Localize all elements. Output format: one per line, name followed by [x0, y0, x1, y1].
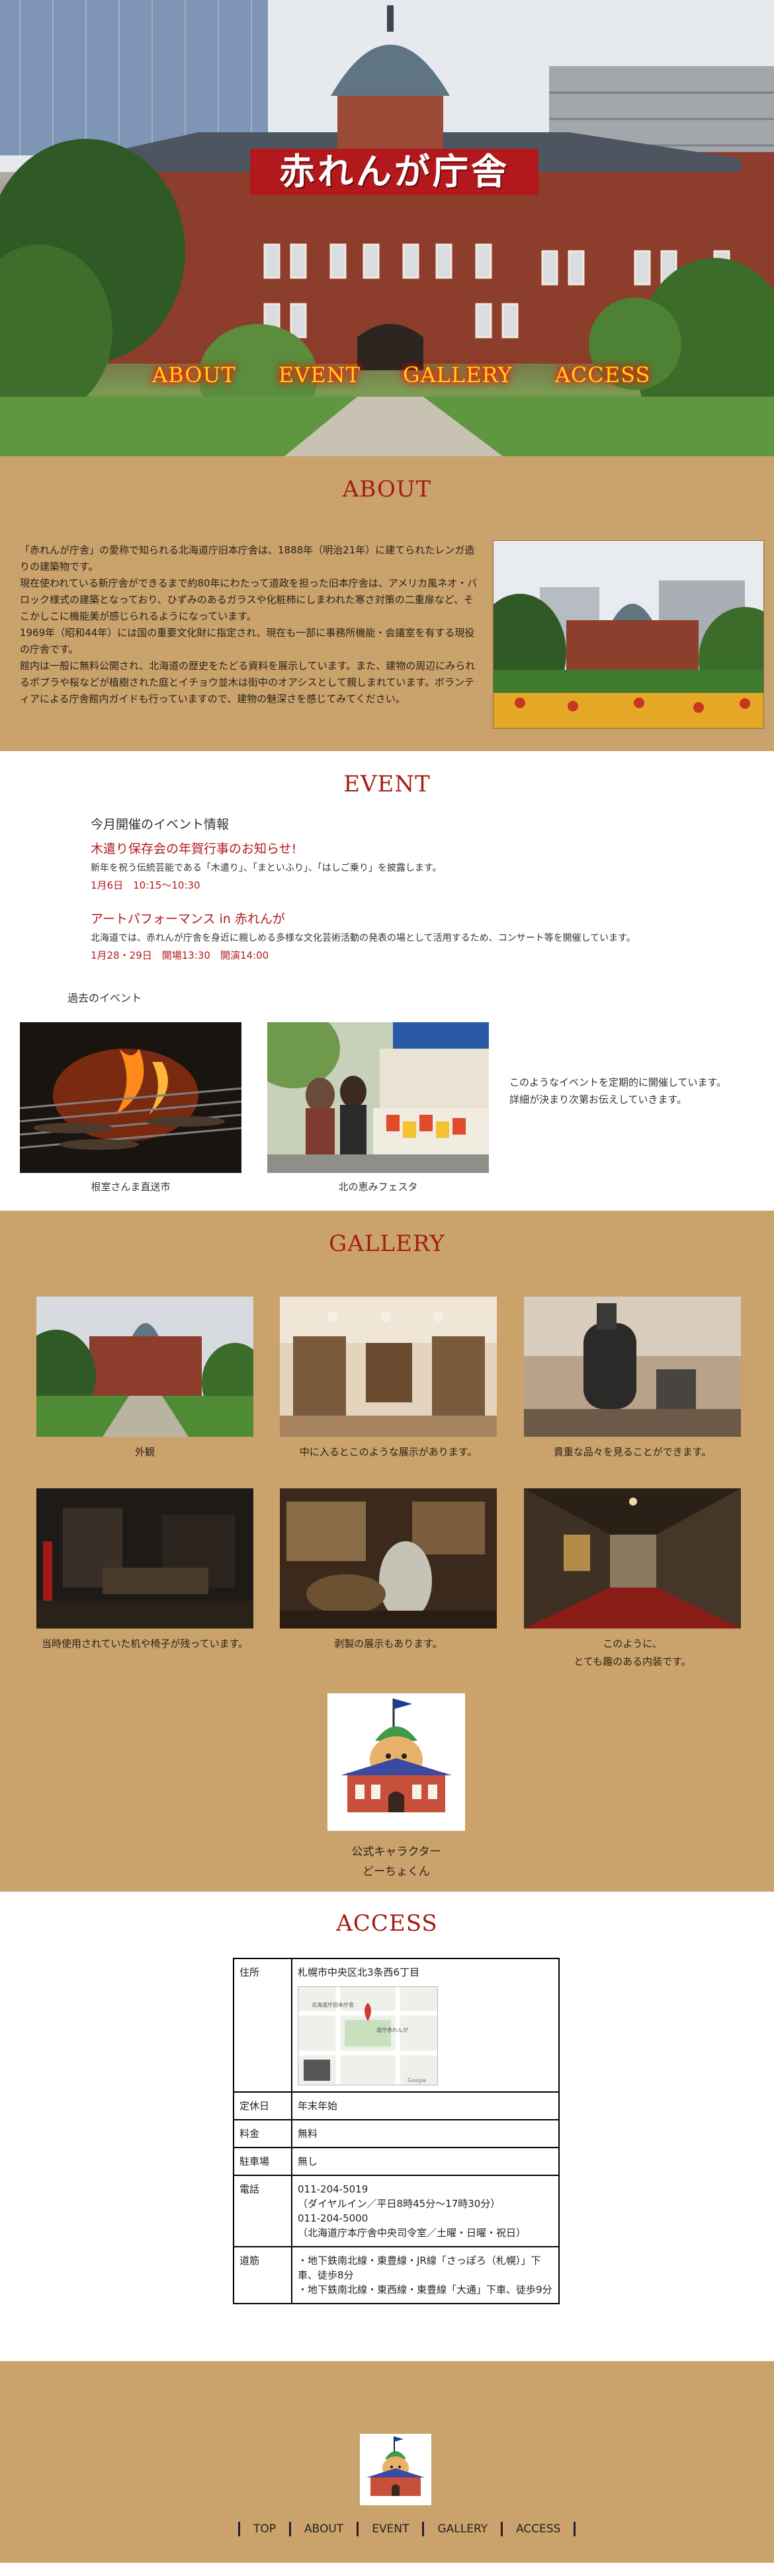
footer: TOP ABOUT EVENT GALLERY ACCESS [0, 2361, 774, 2563]
row-key: 電話 [233, 2175, 292, 2247]
access-info-table: 住所 札幌市中央区北3条西6丁目 北海道庁旧本庁舎 道庁赤れんが Google [233, 1958, 560, 2304]
gallery-heading: GALLERY [329, 1230, 445, 1257]
table-row: 定休日 年末年始 [233, 2091, 560, 2120]
about-paragraph: 館内は一般に無料公開され、北海道の歴史をたどる資料を展示しています。また、建物の… [20, 660, 476, 705]
gallery-caption: 当時使用されていた机や椅子が残っています。 [41, 1638, 249, 1650]
about-paragraph: 「赤れんが庁舎」の愛称で知られる北海道庁旧本庁舎は、1888年（明治21年）に建… [20, 544, 475, 573]
past-event-photo-sanma [20, 1022, 241, 1173]
event-date: 1月6日 10:15〜10:30 [91, 879, 200, 891]
row-key: 住所 [233, 1958, 292, 2093]
hero-nav-access[interactable]: ACCESS [555, 362, 651, 387]
event-section: EVENT 今月開催のイベント情報 木遣り保存会の年賀行事のお知らせ! 新年を祝… [0, 751, 774, 1211]
past-events-note: このようなイベントを定期的に開催しています。 詳細が決まり次第お伝えしていきます… [509, 1074, 726, 1108]
past-event-caption: 根室さんま直送市 [91, 1181, 171, 1193]
map-label: 北海道庁旧本庁舎 [312, 2001, 354, 2008]
phone-note: （ダイヤルイン／平日8時45分〜17時30分） [298, 2198, 501, 2210]
gallery-photo-desk [36, 1488, 253, 1629]
mascot-caption-line: 公式キャラクター [351, 1845, 441, 1859]
map-label: Google [408, 2077, 426, 2083]
about-text: 「赤れんが庁舎」の愛称で知られる北海道庁旧本庁舎は、1888年（明治21年）に建… [20, 542, 483, 707]
row-value: 011-204-5019 （ダイヤルイン／平日8時45分〜17時30分） 011… [291, 2175, 560, 2247]
gallery-caption: このように、 とても趣のある内装です。 [574, 1638, 691, 1668]
current-events-heading: 今月開催のイベント情報 [91, 817, 230, 832]
gallery-photo-taxidermy [280, 1488, 497, 1629]
phone-number: 011-204-5019 [298, 2183, 368, 2195]
footer-nav-gallery[interactable]: GALLERY [422, 2522, 501, 2536]
mascot-name: どーちょくん [363, 1865, 430, 1878]
gallery-photo-exterior [36, 1297, 253, 1437]
row-value: 無し [291, 2147, 560, 2176]
about-paragraph: 1969年（昭和44年）には国の重要文化財に指定され、現在も一部に事務所機能・会… [20, 627, 475, 655]
event-title: アートパフォーマンス in 赤れんが [91, 912, 285, 926]
gallery-photo-artifacts [524, 1297, 741, 1437]
gallery-caption: 貴重な品々を見ることができます。 [553, 1446, 712, 1458]
hero-nav-gallery[interactable]: GALLERY [403, 362, 513, 387]
hero-nav-about[interactable]: ABOUT [152, 362, 236, 387]
about-paragraph: 現在使われている新庁舎ができるまで約80年にわたって道政を担った旧本庁舎は、アメ… [20, 577, 478, 622]
address-text: 札幌市中央区北3条西6丁目 [298, 1966, 420, 1978]
event-heading: EVENT [343, 771, 431, 797]
current-events: 今月開催のイベント情報 木遣り保存会の年賀行事のお知らせ! 新年を祝う伝統芸能で… [91, 815, 726, 979]
access-map[interactable]: 北海道庁旧本庁舎 道庁赤れんが Google [298, 1986, 438, 2085]
gallery-caption: 中に入るとこのような展示があります。 [299, 1446, 478, 1458]
row-value: 年末年始 [291, 2091, 560, 2120]
mascot-image [327, 1693, 465, 1831]
access-section: ACCESS 住所 札幌市中央区北3条西6丁目 北海道庁旧本庁舎 道庁赤れんが … [0, 1892, 774, 2361]
mascot-caption: 公式キャラクター どーちょくん [327, 1842, 465, 1882]
past-events-note-line: このようなイベントを定期的に開催しています。 [509, 1076, 727, 1088]
gallery-photo-corridor [524, 1488, 741, 1629]
gallery-photo-exhibit [280, 1297, 497, 1437]
row-key: 料金 [233, 2119, 292, 2148]
event-title: 木遣り保存会の年賀行事のお知らせ! [91, 842, 297, 856]
phone-number: 011-204-5000 [298, 2212, 368, 2224]
table-row: 駐車場 無し [233, 2147, 560, 2176]
gallery-caption: 外観 [134, 1446, 155, 1458]
table-row: 料金 無料 [233, 2119, 560, 2148]
gallery-section: GALLERY 外観 中に入るとこのような展示があります。 貴重な品々を見ること… [0, 1211, 774, 1892]
past-events-label: 過去のイベント [67, 992, 142, 1004]
row-key: 駐車場 [233, 2147, 292, 2176]
about-heading: ABOUT [342, 476, 432, 503]
footer-nav-about[interactable]: ABOUT [289, 2522, 357, 2536]
hero-nav: ABOUT EVENT GALLERY ACCESS [152, 362, 650, 387]
row-value: 無料 [291, 2119, 560, 2148]
table-row: 住所 札幌市中央区北3条西6丁目 北海道庁旧本庁舎 道庁赤れんが Google [233, 1958, 560, 2093]
table-row: 電話 011-204-5019 （ダイヤルイン／平日8時45分〜17時30分） … [233, 2175, 560, 2247]
directions-line: ・地下鉄南北線・東西線・東豊線「大通」下車、徒歩9分 [298, 2284, 552, 2296]
past-event-photo-festa [267, 1022, 489, 1173]
row-value: 札幌市中央区北3条西6丁目 北海道庁旧本庁舎 道庁赤れんが Google [291, 1958, 560, 2093]
row-value: ・地下鉄南北線・東豊線・JR線「さっぽろ（札幌）」下車、徒歩8分 ・地下鉄南北線… [291, 2246, 560, 2304]
row-key: 定休日 [233, 2091, 292, 2120]
footer-nav-event[interactable]: EVENT [357, 2522, 422, 2536]
footer-mascot-logo [360, 2434, 431, 2505]
phone-note: （北海道庁本庁舎中央司令室／土曜・日曜・祝日） [298, 2227, 527, 2239]
hero-nav-event[interactable]: EVENT [279, 362, 361, 387]
table-row: 道筋 ・地下鉄南北線・東豊線・JR線「さっぽろ（札幌）」下車、徒歩8分 ・地下鉄… [233, 2246, 560, 2304]
row-key: 道筋 [233, 2246, 292, 2304]
event-description: 北海道では、赤れんが庁舎を身近に親しめる多様な文化芸術活動の発表の場として活用す… [91, 933, 636, 944]
footer-nav: TOP ABOUT EVENT GALLERY ACCESS [238, 2522, 576, 2536]
site-title: 赤れんが庁舎 [250, 149, 538, 195]
footer-nav-top[interactable]: TOP [238, 2522, 289, 2536]
past-event-caption: 北の恵みフェスタ [338, 1181, 418, 1193]
directions-line: ・地下鉄南北線・東豊線・JR線「さっぽろ（札幌）」下車、徒歩8分 [298, 2255, 541, 2281]
footer-nav-access[interactable]: ACCESS [501, 2522, 576, 2536]
access-heading: ACCESS [336, 1910, 438, 1937]
hero-photo [0, 0, 774, 456]
gallery-caption: 剥製の展示もあります。 [334, 1638, 443, 1650]
past-events-note-line: 詳細が決まり次第お伝えしていきます。 [509, 1094, 687, 1106]
about-photo [493, 540, 764, 729]
event-description: 新年を祝う伝統芸能である「木遣り」、「まといふり」、「はしご乗り」を披露します。 [91, 863, 442, 873]
event-date: 1月28・29日 開場13:30 開演14:00 [91, 949, 269, 961]
map-label: 道庁赤れんが [376, 2027, 408, 2033]
about-section: ABOUT 「赤れんが庁舎」の愛称で知られる北海道庁旧本庁舎は、1888年（明治… [0, 456, 774, 751]
hero: 赤れんが庁舎 ABOUT EVENT GALLERY ACCESS [0, 0, 774, 456]
